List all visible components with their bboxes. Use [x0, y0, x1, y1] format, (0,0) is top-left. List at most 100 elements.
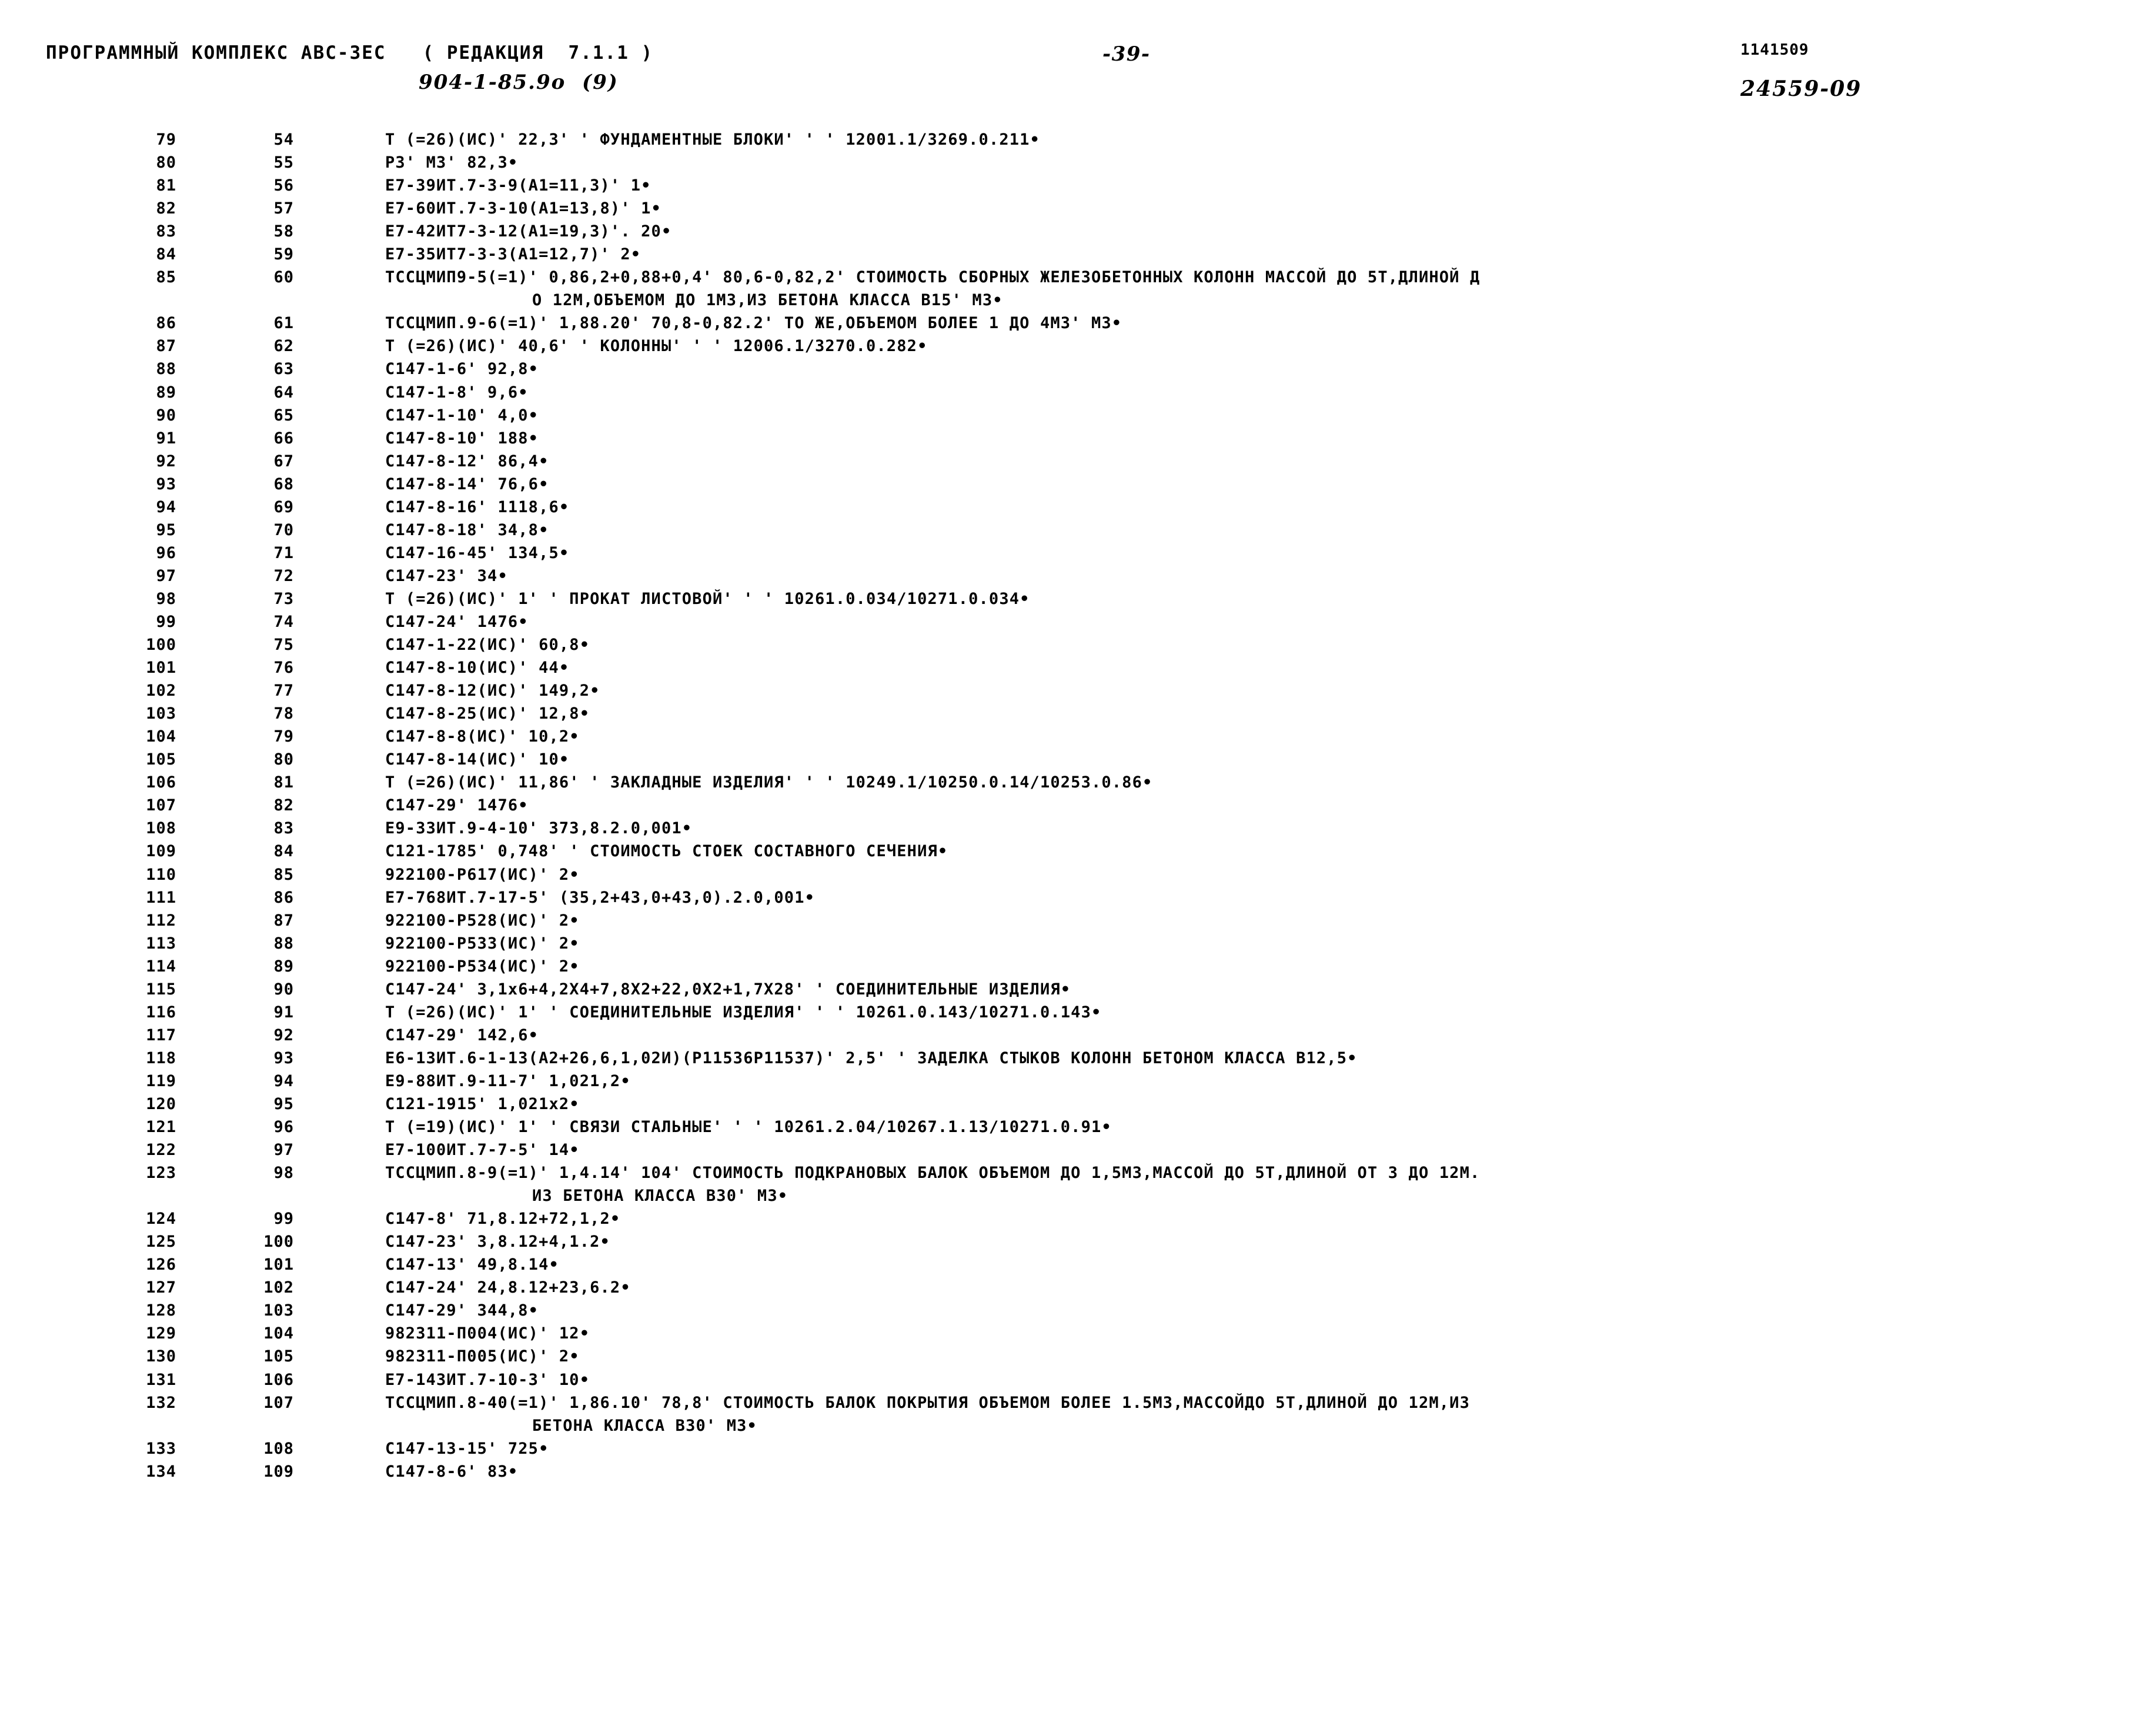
row-sequence-number: 101 — [263, 1256, 294, 1274]
listing-row: 122 97 Е7-100ИТ.7-7-5' 14• — [0, 1141, 2152, 1164]
row-line-number: 86 — [156, 314, 176, 333]
row-line-number: 92 — [156, 452, 176, 470]
row-statement-text: О 12М,ОБЪЕМОМ ДО 1М3,ИЗ БЕТОНА КЛАССА В1… — [532, 291, 1003, 310]
row-line-number: 116 — [146, 1003, 176, 1021]
row-statement-text: С147-29' 142,6• — [385, 1026, 539, 1044]
row-statement-text: Т (=26)(ИС)' 1' ' СОЕДИНИТЕЛЬНЫЕ ИЗДЕЛИЯ… — [385, 1003, 1102, 1021]
row-line-number: 98 — [156, 589, 176, 608]
row-sequence-number: 86 — [273, 888, 294, 907]
row-sequence-number: 89 — [273, 957, 294, 976]
row-sequence-number: 70 — [273, 520, 294, 539]
program-title: ПРОГРАММНЫЙ КОМПЛЕКС АВС-3ЕС ( РЕДАКЦИЯ … — [46, 42, 654, 64]
row-statement-text: С147-1-22(ИС)' 60,8• — [385, 636, 590, 655]
row-sequence-number: 93 — [273, 1049, 294, 1067]
row-statement-text: Е7-35ИТ7-3-3(А1=12,7)' 2• — [385, 245, 641, 264]
row-statement-text: С147-8-10(ИС)' 44• — [385, 659, 570, 677]
scanned-page: ПРОГРАММНЫЙ КОМПЛЕКС АВС-3ЕС ( РЕДАКЦИЯ … — [0, 0, 2152, 1736]
row-statement-text: 922100-Р533(ИС)' 2• — [385, 934, 580, 953]
row-line-number: 118 — [146, 1049, 176, 1067]
row-line-number: 128 — [146, 1301, 176, 1320]
row-statement-text: Е7-42ИТ7-3-12(А1=19,3)'. 20• — [385, 222, 672, 241]
row-sequence-number: 54 — [273, 131, 294, 149]
row-statement-text: С147-8-6' 83• — [385, 1462, 519, 1481]
row-line-number: 83 — [156, 222, 176, 241]
job-code-bottom: 24559-09 — [1740, 76, 1862, 101]
row-sequence-number: 103 — [263, 1301, 294, 1320]
listing-row: ИЗ БЕТОНА КЛАССА В30' М3• — [0, 1187, 2152, 1210]
row-sequence-number: 67 — [273, 452, 294, 470]
row-sequence-number: 58 — [273, 222, 294, 241]
listing-row: 99 74 С147-24' 1476• — [0, 613, 2152, 636]
row-sequence-number: 56 — [273, 176, 294, 195]
row-sequence-number: 100 — [263, 1233, 294, 1251]
listing-row: 125 100 С147-23' 3,8.12+4,1.2• — [0, 1233, 2152, 1256]
listing-row: 92 67 С147-8-12' 86,4• — [0, 452, 2152, 475]
listing-row: 86 61 ТССЦМИП.9-6(=1)' 1,88.20' 70,8-0,82.… — [0, 314, 2152, 337]
listing-row: 103 78 С147-8-25(ИС)' 12,8• — [0, 705, 2152, 727]
row-line-number: 106 — [146, 773, 176, 792]
listing-row: 114 89 922100-Р534(ИС)' 2• — [0, 957, 2152, 980]
listing-row: 131 106 Е7-143ИТ.7-10-3' 10• — [0, 1371, 2152, 1394]
job-code-top: 1141509 — [1740, 41, 1809, 59]
row-statement-text: Е7-143ИТ.7-10-3' 10• — [385, 1370, 590, 1389]
row-statement-text: Е7-100ИТ.7-7-5' 14• — [385, 1141, 580, 1160]
listing-body: 79 54 Т (=26)(ИС)' 22,3' ' ФУНДАМЕНТНЫЕ БЛ… — [0, 131, 2152, 1485]
row-statement-text: Т (=26)(ИС)' 11,86' ' ЗАКЛАДНЫЕ ИЗДЕЛИЯ'… — [385, 773, 1153, 792]
listing-row: 117 92 С147-29' 142,6• — [0, 1026, 2152, 1049]
row-line-number: 97 — [156, 566, 176, 585]
row-statement-text: 982311-П005(ИС)' 2• — [385, 1347, 580, 1366]
row-sequence-number: 82 — [273, 796, 294, 815]
row-line-number: 108 — [146, 819, 176, 838]
row-statement-text: Е9-88ИТ.9-11-7' 1,021,2• — [385, 1071, 631, 1090]
row-line-number: 95 — [156, 520, 176, 539]
row-line-number: 115 — [146, 980, 176, 999]
row-line-number: 87 — [156, 337, 176, 356]
row-statement-text: 922100-Р528(ИС)' 2• — [385, 911, 580, 930]
row-sequence-number: 57 — [273, 199, 294, 218]
row-statement-text: С121-1785' 0,748' ' СТОИМОСТЬ СТОЕК СОСТ… — [385, 842, 948, 861]
row-line-number: 107 — [146, 796, 176, 815]
row-statement-text: Е6-13ИТ.6-1-13(А2+26,6,1,02И)(Р11536Р115… — [385, 1049, 1358, 1067]
row-line-number: 124 — [146, 1210, 176, 1228]
row-sequence-number: 85 — [273, 865, 294, 884]
listing-row: 132 107 ТССЦМИП.8-40(=1)' 1,86.10' 78,8' С… — [0, 1394, 2152, 1417]
row-statement-text: С147-1-10' 4,0• — [385, 406, 539, 425]
listing-row: 109 84 С121-1785' 0,748' ' СТОИМОСТЬ СТОЕК… — [0, 842, 2152, 865]
row-line-number: 134 — [146, 1462, 176, 1481]
row-statement-text: 982311-П004(ИС)' 12• — [385, 1324, 590, 1343]
row-sequence-number: 63 — [273, 360, 294, 379]
row-statement-text: С147-1-6' 92,8• — [385, 360, 539, 379]
row-statement-text: С147-8' 71,8.12+72,1,2• — [385, 1210, 621, 1228]
row-line-number: 84 — [156, 245, 176, 264]
listing-row: 97 72 С147-23' 34• — [0, 567, 2152, 590]
listing-row: 98 73 Т (=26)(ИС)' 1' ' ПРОКАТ ЛИСТОВОЙ' '… — [0, 590, 2152, 613]
row-statement-text: С147-8-14' 76,6• — [385, 475, 549, 493]
row-sequence-number: 95 — [273, 1094, 294, 1113]
row-line-number: 126 — [146, 1256, 176, 1274]
listing-row: 121 96 Т (=19)(ИС)' 1' ' СВЯЗИ СТАЛЬНЫЕ' '… — [0, 1118, 2152, 1141]
row-line-number: 111 — [146, 888, 176, 907]
row-statement-text: С147-24' 3,1х6+4,2Х4+7,8Х2+22,0Х2+1,7Х28… — [385, 980, 1071, 999]
row-statement-text: ТССЦМИП.8-9(=1)' 1,4.14' 104' СТОИМОСТЬ … — [385, 1164, 1481, 1183]
listing-row: 119 94 Е9-88ИТ.9-11-7' 1,021,2• — [0, 1072, 2152, 1095]
row-line-number: 119 — [146, 1071, 176, 1090]
row-line-number: 94 — [156, 498, 176, 516]
listing-row: 128 103 С147-29' 344,8• — [0, 1301, 2152, 1324]
row-statement-text: С147-23' 34• — [385, 566, 508, 585]
row-statement-text: Е7-768ИТ.7-17-5' (35,2+43,0+43,0).2.0,00… — [385, 888, 816, 907]
row-sequence-number: 68 — [273, 475, 294, 493]
row-statement-text: С147-24' 24,8.12+23,6.2• — [385, 1278, 631, 1297]
row-statement-text: ИЗ БЕТОНА КЛАССА В30' М3• — [532, 1187, 788, 1206]
row-statement-text: С147-16-45' 134,5• — [385, 543, 570, 562]
listing-row: 127 102 С147-24' 24,8.12+23,6.2• — [0, 1278, 2152, 1301]
row-statement-text: С147-8-14(ИС)' 10• — [385, 750, 570, 769]
row-statement-text: С147-13-15' 725• — [385, 1439, 549, 1458]
listing-row: 126 101 С147-13' 49,8.14• — [0, 1256, 2152, 1278]
listing-row: 106 81 Т (=26)(ИС)' 11,86' ' ЗАКЛАДНЫЕ ИЗД… — [0, 773, 2152, 796]
page-number: -39- — [1102, 42, 1151, 66]
row-sequence-number: 87 — [273, 911, 294, 930]
row-sequence-number: 105 — [263, 1347, 294, 1366]
row-sequence-number: 108 — [263, 1439, 294, 1458]
row-statement-text: С147-8-25(ИС)' 12,8• — [385, 705, 590, 723]
row-sequence-number: 77 — [273, 682, 294, 700]
